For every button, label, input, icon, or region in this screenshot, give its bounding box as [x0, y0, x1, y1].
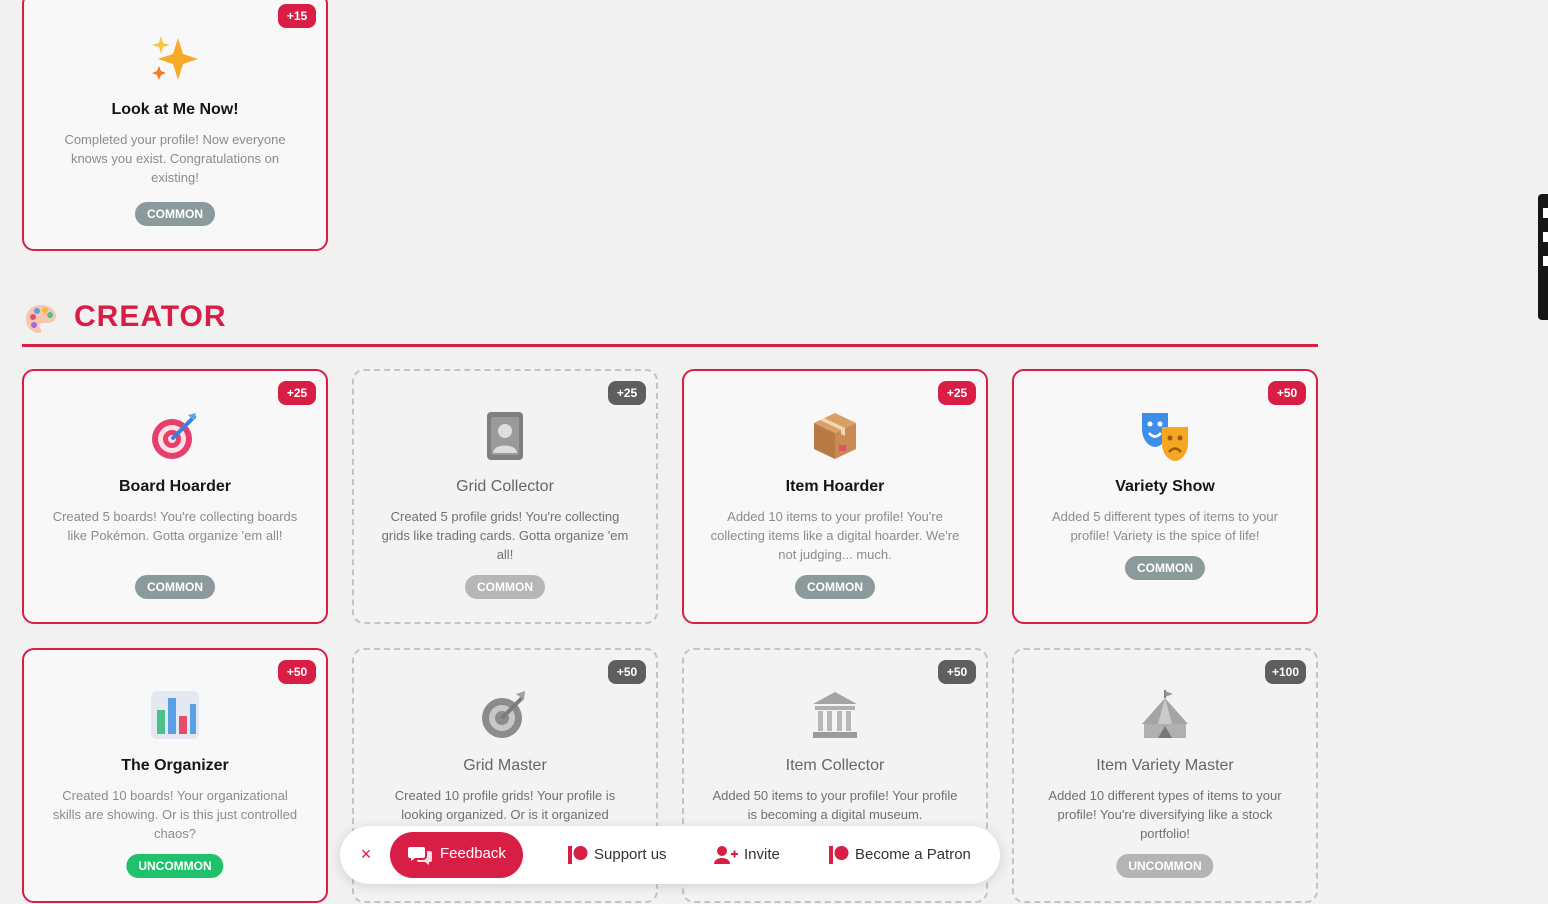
bar-chart-icon — [148, 688, 202, 742]
toolbar-handle — [1543, 208, 1548, 218]
close-button[interactable]: × — [354, 842, 378, 866]
achievement-card[interactable]: +50 The Organizer Created 10 boards! You… — [22, 648, 328, 903]
rarity-badge: UNCOMMON — [1116, 854, 1214, 878]
circus-tent-icon — [1138, 688, 1192, 742]
achievement-description: Created 5 profile grids! You're collecti… — [381, 509, 629, 562]
rarity-badge: COMMON — [1125, 556, 1205, 580]
achievement-card[interactable]: +25 Board Hoarder Created 5 boards! You'… — [22, 369, 328, 624]
target-dart-icon — [478, 688, 532, 742]
achievement-description: Created 10 boards! Your organizational s… — [52, 788, 298, 841]
museum-icon — [808, 688, 862, 742]
points-badge: +15 — [278, 4, 316, 28]
achievement-card[interactable]: +100 Item Variety Master Added 10 differ… — [1012, 648, 1318, 903]
achievement-title: Item Collector — [785, 757, 885, 774]
achievement-title: Look at Me Now! — [111, 101, 239, 118]
become-patron-link[interactable]: Become a Patron — [829, 844, 979, 866]
toolbar-handle — [1543, 232, 1548, 242]
feedback-button[interactable]: Feedback — [390, 832, 523, 878]
achievement-description: Added 10 items to your profile! You're c… — [710, 509, 960, 562]
achievement-card[interactable]: +25 Grid Collector Created 5 profile gri… — [352, 369, 658, 624]
achievement-card[interactable]: +25 Item Hoarder Added 10 items to your … — [682, 369, 988, 624]
support-us-label: Support us — [594, 846, 667, 863]
achievement-title: The Organizer — [121, 757, 229, 774]
points-badge: +50 — [278, 660, 316, 684]
achievement-description: Added 10 different types of items to you… — [1048, 788, 1282, 841]
achievement-description: Created 10 profile grids! Your profile i… — [394, 788, 616, 822]
points-badge: +50 — [1268, 381, 1306, 405]
patreon-icon — [829, 845, 849, 869]
chat-bubbles-icon — [408, 845, 432, 870]
side-toolbar[interactable] — [1538, 194, 1548, 320]
id-card-icon — [478, 409, 532, 463]
achievement-description: Added 50 items to your profile! Your pro… — [712, 788, 958, 822]
points-badge: +25 — [938, 381, 976, 405]
achievement-title: Grid Collector — [456, 478, 554, 495]
achievement-description: Completed your profile! Now everyone kno… — [64, 132, 286, 185]
achievement-description: Created 5 boards! You're collecting boar… — [52, 509, 298, 543]
add-user-icon — [714, 845, 738, 869]
bullseye-icon — [148, 409, 202, 463]
feedback-label: Feedback — [440, 845, 506, 862]
package-icon — [808, 409, 862, 463]
achievement-description: Added 5 different types of items to your… — [1052, 509, 1278, 543]
invite-label: Invite — [744, 846, 780, 863]
achievement-card[interactable]: +50 Variety Show Added 5 different types… — [1012, 369, 1318, 624]
palette-icon — [24, 302, 58, 336]
achievement-card[interactable]: +15 Look at Me Now! Completed your profi… — [22, 0, 328, 251]
patreon-icon — [568, 845, 588, 869]
support-us-link[interactable]: Support us — [568, 844, 678, 866]
achievement-title: Board Hoarder — [118, 478, 232, 495]
become-patron-label: Become a Patron — [855, 846, 971, 863]
floating-action-bar: × Feedback Support us Invite Become a Pa… — [340, 826, 1000, 884]
achievement-title: Item Variety Master — [1096, 757, 1234, 774]
rarity-badge: COMMON — [795, 575, 875, 599]
points-badge: +50 — [938, 660, 976, 684]
points-badge: +25 — [278, 381, 316, 405]
toolbar-handle — [1543, 256, 1548, 266]
rarity-badge: COMMON — [135, 575, 215, 599]
achievement-title: Item Hoarder — [785, 478, 885, 495]
points-badge: +50 — [608, 660, 646, 684]
theater-masks-icon — [1138, 409, 1192, 463]
section-header: CREATOR — [22, 298, 1318, 347]
section-title: CREATOR — [74, 300, 227, 333]
achievement-title: Grid Master — [463, 757, 547, 774]
points-badge: +100 — [1264, 660, 1306, 684]
sparkles-icon — [148, 32, 202, 86]
invite-link[interactable]: Invite — [714, 844, 794, 866]
rarity-badge: UNCOMMON — [126, 854, 224, 878]
rarity-badge: COMMON — [135, 202, 215, 226]
achievement-title: Variety Show — [1115, 478, 1215, 495]
points-badge: +25 — [608, 381, 646, 405]
rarity-badge: COMMON — [465, 575, 545, 599]
